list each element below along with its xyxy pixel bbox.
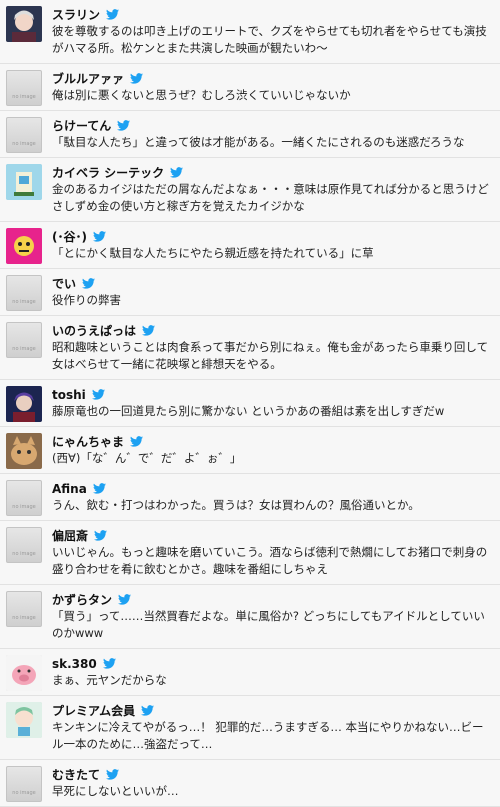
avatar[interactable]: no image <box>6 480 42 516</box>
tweet-text: 金のあるカイジはただの屑なんだよなぁ・・・意味は原作見てれば分かると思うけど さ… <box>52 182 500 213</box>
user-name[interactable]: いのうえぱっは <box>52 322 136 339</box>
tweet-feed: スラリン 彼を尊敬するのは叩き上げのエリートで、クズをやらせても切れ者をやらせても… <box>0 0 500 807</box>
avatar[interactable]: no image <box>6 70 42 106</box>
user-name[interactable]: むきたて <box>52 766 100 783</box>
user-name[interactable]: Afina <box>52 482 87 496</box>
no-image-label: no image <box>12 504 36 510</box>
tweet-header: 偏屈斎 <box>52 527 492 544</box>
tweet-item[interactable]: no image 偏屈斎 いいじゃん。もっと趣味を磨いていこう。酒ならば徳利で熱燗に… <box>0 521 500 585</box>
twitter-bird-icon <box>118 590 132 609</box>
avatar[interactable] <box>6 6 42 42</box>
tweet-text: 役作りの弊害 <box>52 293 121 307</box>
twitter-bird-icon <box>91 385 105 404</box>
no-image-label: no image <box>12 790 36 796</box>
user-name[interactable]: らけーてん <box>52 117 111 134</box>
tweet-text: 俺は別に悪くないと思うぜ？むしろ渋くていいじゃないか <box>52 88 351 102</box>
avatar[interactable]: no image <box>6 591 42 627</box>
avatar[interactable] <box>6 433 42 469</box>
tweet-item[interactable]: no image らけーてん 「駄目な人たち」と違って彼は才能がある。一緒くたにされ… <box>0 111 500 158</box>
tweet-text: 「買う」って……当然買春だよな。単に風俗か? どっちにしてもアイドルとしていいの… <box>52 609 485 640</box>
twitter-bird-icon <box>117 116 131 135</box>
tweet-item[interactable]: no image でい 役作りの弊害 <box>0 269 500 316</box>
tweet-text: (西∀)「な゛ん゛で゛だ゛よ゛ぉ゛」 <box>52 451 242 465</box>
avatar[interactable]: no image <box>6 275 42 311</box>
user-name[interactable]: (･谷･) <box>52 228 87 245</box>
tweet-text: 藤原竜也の一回道見たら別に驚かない というかあの番組は素を出しすぎだw <box>52 404 445 418</box>
tweet-header: スラリン <box>52 6 492 23</box>
tweet-text: 「とにかく駄目な人たちにやたら親近感を持たれている」に草 <box>52 246 374 260</box>
tweet-header: カイベラ シーテック <box>52 164 492 181</box>
avatar[interactable] <box>6 228 42 264</box>
no-image-label: no image <box>12 94 36 100</box>
tweet-text: まぁ、元ヤンだからな <box>52 673 167 687</box>
tweet-item[interactable]: (･谷･) 「とにかく駄目な人たちにやたら親近感を持たれている」に草 <box>0 222 500 269</box>
user-name[interactable]: でい <box>52 275 76 292</box>
avatar[interactable]: no image <box>6 527 42 563</box>
no-image-label: no image <box>12 141 36 147</box>
tweet-header: むきたて <box>52 766 492 783</box>
tweet-item[interactable]: toshi 藤原竜也の一回道見たら別に驚かない というかあの番組は素を出しすぎだw <box>0 380 500 427</box>
tweet-item[interactable]: no image ブルルアァァ 俺は別に悪くないと思うぜ？むしろ渋くていいじゃないか <box>0 64 500 111</box>
tweet-text: うん、飲む・打つはわかった。買うは？女は買わんの？風俗通いとか。 <box>52 498 420 512</box>
user-name[interactable]: ブルルアァァ <box>52 70 124 87</box>
twitter-bird-icon <box>170 163 184 182</box>
avatar[interactable] <box>6 386 42 422</box>
tweet-text: キンキンに冷えてやがるっ…！ 犯罪的だ…うますぎる… 本当にやりかねない…ビール… <box>52 720 484 751</box>
user-name[interactable]: スラリン <box>52 6 100 23</box>
tweet-header: かずらタン <box>52 591 492 608</box>
tweet-text: いいじゃん。もっと趣味を磨いていこう。酒ならば徳利で熱燗にしてお猪口で刺身の盛り… <box>52 545 488 576</box>
tweet-header: でい <box>52 275 492 292</box>
avatar[interactable] <box>6 655 42 691</box>
tweet-item[interactable]: no image むきたて 早死にしないといいが… <box>0 760 500 807</box>
user-name[interactable]: カイベラ シーテック <box>52 164 164 181</box>
no-image-label: no image <box>12 299 36 305</box>
avatar[interactable] <box>6 702 42 738</box>
no-image-label: no image <box>12 551 36 557</box>
avatar[interactable]: no image <box>6 322 42 358</box>
tweet-item[interactable]: sk.380 まぁ、元ヤンだからな <box>0 649 500 696</box>
avatar[interactable]: no image <box>6 766 42 802</box>
tweet-item[interactable]: no image いのうえぱっは 昭和趣味ということは肉食系って事だから別にねぇ。俺… <box>0 316 500 380</box>
twitter-bird-icon <box>82 274 96 293</box>
tweet-header: ブルルアァァ <box>52 70 492 87</box>
twitter-bird-icon <box>106 5 120 24</box>
user-name[interactable]: toshi <box>52 388 86 402</box>
tweet-item[interactable]: カイベラ シーテック 金のあるカイジはただの屑なんだよなぁ・・・意味は原作見てれば… <box>0 158 500 222</box>
avatar[interactable] <box>6 164 42 200</box>
tweet-item[interactable]: プレミアム会員 キンキンに冷えてやがるっ…！ 犯罪的だ…うますぎる… 本当にやりか… <box>0 696 500 760</box>
tweet-header: toshi <box>52 386 492 403</box>
twitter-bird-icon <box>106 765 120 784</box>
twitter-bird-icon <box>92 227 106 246</box>
tweet-header: sk.380 <box>52 655 492 672</box>
tweet-item[interactable]: no image Afina うん、飲む・打つはわかった。買うは？女は買わんの？風俗… <box>0 474 500 521</box>
twitter-bird-icon <box>130 69 144 88</box>
no-image-label: no image <box>12 615 36 621</box>
twitter-bird-icon <box>94 526 108 545</box>
tweet-text: 早死にしないといいが… <box>52 784 179 798</box>
user-name[interactable]: プレミアム会員 <box>52 702 135 719</box>
tweet-item[interactable]: no image かずらタン 「買う」って……当然買春だよな。単に風俗か? どっちに… <box>0 585 500 649</box>
twitter-bird-icon <box>92 479 106 498</box>
tweet-header: らけーてん <box>52 117 492 134</box>
twitter-bird-icon <box>102 654 116 673</box>
avatar[interactable]: no image <box>6 117 42 153</box>
tweet-header: (･谷･) <box>52 228 492 245</box>
tweet-item[interactable]: スラリン 彼を尊敬するのは叩き上げのエリートで、クズをやらせても切れ者をやらせても… <box>0 0 500 64</box>
tweet-header: Afina <box>52 480 492 497</box>
user-name[interactable]: かずらタン <box>52 591 112 608</box>
tweet-text: 「駄目な人たち」と違って彼は才能がある。一緒くたにされるのも迷惑だろうな <box>52 135 465 149</box>
tweet-item[interactable]: にゃんちゃま (西∀)「な゛ん゛で゛だ゛よ゛ぉ゛」 <box>0 427 500 474</box>
user-name[interactable]: sk.380 <box>52 657 97 671</box>
user-name[interactable]: にゃんちゃま <box>52 433 124 450</box>
tweet-header: にゃんちゃま <box>52 433 492 450</box>
no-image-label: no image <box>12 346 36 352</box>
tweet-text: 彼を尊敬するのは叩き上げのエリートで、クズをやらせても切れ者をやらせても演技がハ… <box>52 24 487 55</box>
twitter-bird-icon <box>130 432 144 451</box>
tweet-header: プレミアム会員 <box>52 702 492 719</box>
tweet-text: 昭和趣味ということは肉食系って事だから別にねぇ。俺も金があったら車乗り回して女は… <box>52 340 489 371</box>
twitter-bird-icon <box>141 701 155 720</box>
user-name[interactable]: 偏屈斎 <box>52 527 88 544</box>
twitter-bird-icon <box>142 321 156 340</box>
tweet-header: いのうえぱっは <box>52 322 492 339</box>
